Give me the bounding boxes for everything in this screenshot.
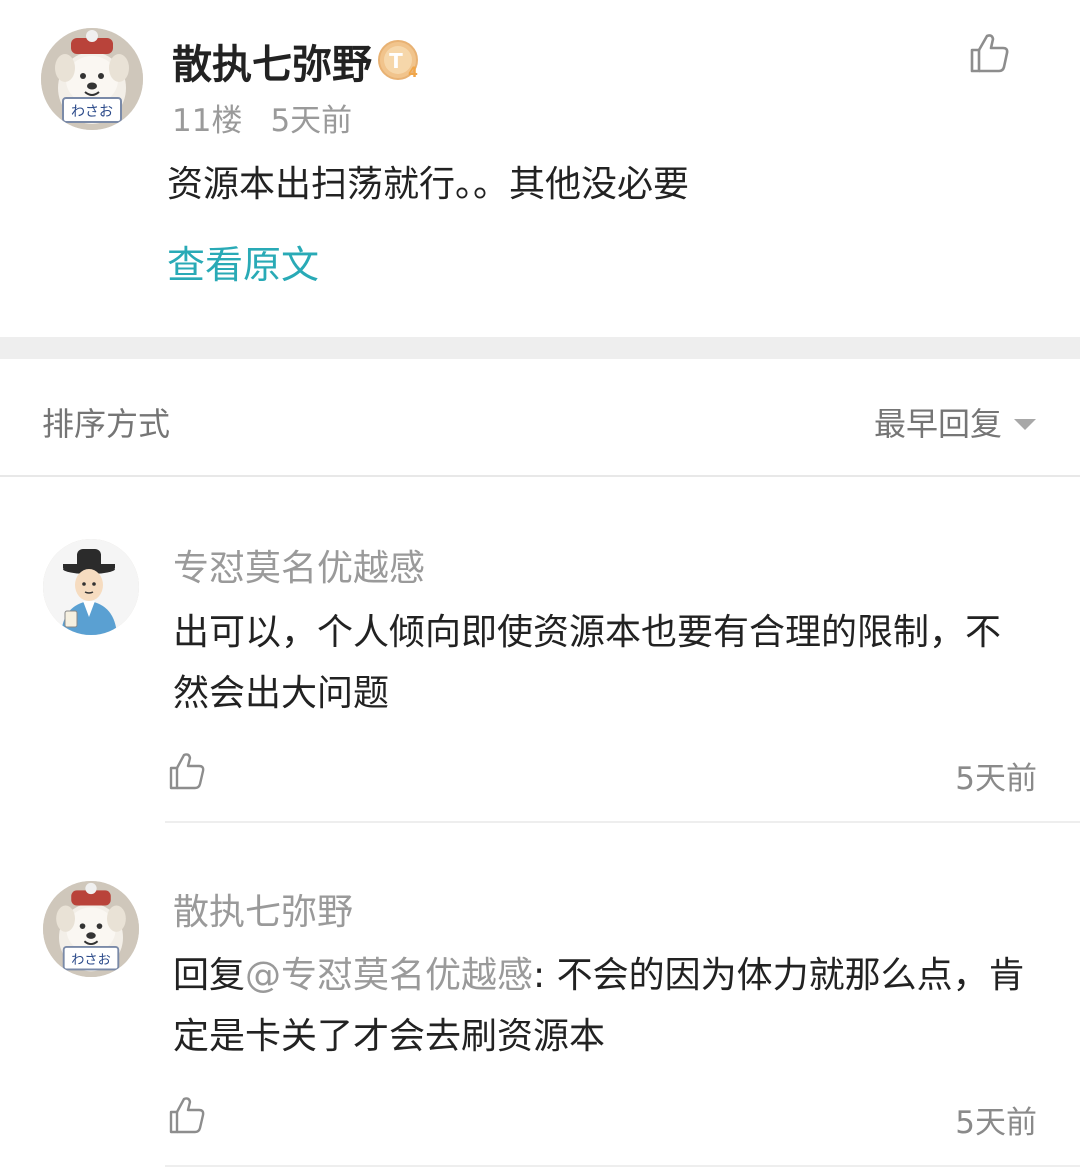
author-name[interactable]: 散执七弥野 bbox=[172, 32, 372, 90]
reply-time: 5天前 bbox=[955, 761, 1037, 797]
thumbs-up-icon bbox=[169, 1097, 205, 1134]
view-original-link[interactable]: 查看原文 bbox=[167, 234, 319, 289]
sort-selected-value: 最早回复 bbox=[873, 405, 1002, 443]
thumbs-up-icon bbox=[169, 753, 205, 790]
reply-prefix: 回复 bbox=[173, 955, 246, 996]
svg-text:わさお: わさお bbox=[71, 104, 113, 120]
floor-number: 11楼 bbox=[172, 103, 243, 139]
reply-author-name[interactable]: 专怼莫名优越感 bbox=[173, 539, 425, 591]
sort-bar: 排序方式 最早回复 bbox=[0, 359, 1080, 477]
author-avatar[interactable]: わさお bbox=[41, 28, 143, 130]
sort-dropdown[interactable]: 最早回复 bbox=[874, 399, 1036, 445]
section-separator bbox=[0, 337, 1080, 359]
post-time: 5天前 bbox=[270, 103, 353, 139]
reply-like-button[interactable] bbox=[167, 1095, 207, 1135]
dog-avatar-image: わさお bbox=[43, 881, 139, 977]
caret-down-icon bbox=[1014, 418, 1036, 430]
main-post: わさお 散执七弥野 T 4 11楼 5天前 资源本出扫荡就行。。其他没必要 查看原… bbox=[0, 0, 1080, 337]
mention-link[interactable]: @专怼莫名优越感 bbox=[245, 955, 533, 996]
reply-content: 出可以，个人倾向即使资源本也要有合理的限制，不然会出大问题 bbox=[173, 612, 1002, 714]
reply-author-name[interactable]: 散执七弥野 bbox=[173, 883, 353, 935]
level-badge-icon: T 4 bbox=[376, 37, 422, 83]
post-meta: 11楼 5天前 bbox=[172, 95, 352, 140]
sort-label: 排序方式 bbox=[42, 405, 171, 443]
scholar-avatar-image bbox=[43, 539, 139, 635]
reply-item: わさお 散执七弥野 回复@专怼莫名优越感: 不会的因为体力就那么点，肯定是卡关了… bbox=[0, 823, 1080, 1171]
reply-like-button[interactable] bbox=[167, 751, 207, 791]
reply-item: 专怼莫名优越感 出可以，个人倾向即使资源本也要有合理的限制，不然会出大问题 5天… bbox=[0, 477, 1080, 823]
reply-avatar[interactable]: わさお bbox=[43, 881, 139, 977]
svg-text:4: 4 bbox=[408, 65, 418, 81]
reply-avatar[interactable] bbox=[43, 539, 139, 635]
reply-content: 回复@专怼莫名优越感: 不会的因为体力就那么点，肯定是卡关了才会去刷资源本 bbox=[173, 945, 1033, 1067]
svg-text:わさお: わさお bbox=[71, 952, 110, 968]
dog-avatar-image: わさお bbox=[41, 28, 143, 130]
like-button[interactable] bbox=[966, 30, 1012, 76]
thumbs-up-icon bbox=[970, 34, 1009, 73]
reply-divider bbox=[165, 1165, 1080, 1167]
post-content: 资源本出扫荡就行。。其他没必要 bbox=[167, 164, 690, 205]
svg-text:T: T bbox=[389, 49, 403, 73]
reply-time: 5天前 bbox=[955, 1105, 1037, 1141]
